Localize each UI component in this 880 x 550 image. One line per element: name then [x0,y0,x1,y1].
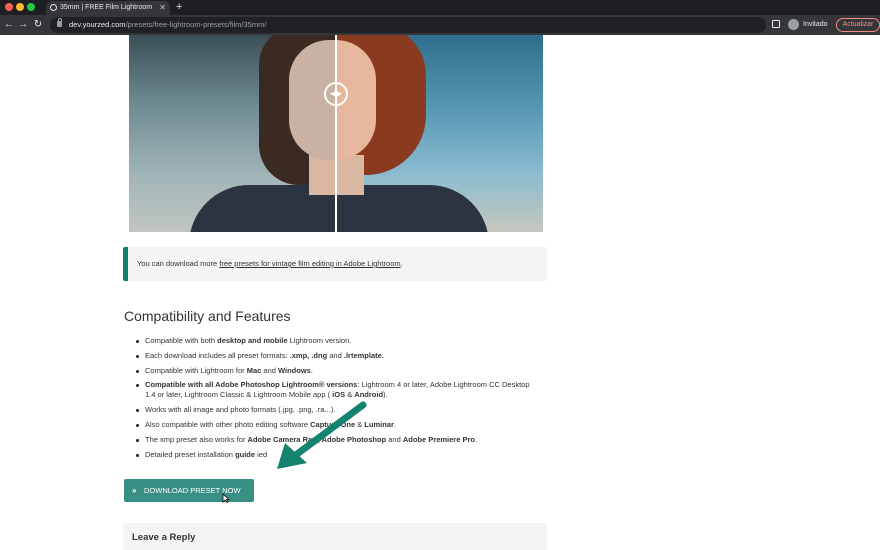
feature-text: . [310,365,313,375]
feature-bold-text: Mac [246,365,262,375]
browser-tab[interactable]: 35mm | FREE Film Lightroom ✕ [46,1,170,15]
maximize-window-button[interactable] [27,3,35,11]
feature-text: ). [383,390,388,400]
feature-bold-text: .lrtemplate. [343,350,384,360]
tab-close-icon[interactable]: ✕ [159,1,166,15]
annotation-arrow-icon [277,401,367,469]
back-button[interactable]: ← [2,17,16,32]
feature-bold-text: Adobe Premiere Pro [402,434,475,444]
feature-bold-text: .xmp, .dng [289,350,328,360]
feature-item: Compatible with Lightroom for Mac and Wi… [136,366,536,376]
feature-text: Compatible with Lightroom for [145,365,247,375]
minimize-window-button[interactable] [16,3,24,11]
side-panel-icon[interactable] [772,20,780,28]
browser-tab-bar: 35mm | FREE Film Lightroom ✕ + [0,0,880,15]
notice-prefix: You can download more [137,259,220,268]
feature-bold-text: Windows [278,365,311,375]
vintage-presets-link[interactable]: free presets for vintage film editing in… [219,259,400,268]
feature-text: and [327,350,344,360]
update-button[interactable]: Actualizar [836,18,880,32]
download-chevrons-icon: » [132,486,137,495]
lock-icon [57,18,62,27]
leave-a-reply-heading: Leave a Reply [123,523,547,550]
before-after-image[interactable]: ◀▶ [129,35,543,232]
feature-text: Detailed preset installation [145,449,236,459]
mouse-cursor-icon [222,493,230,503]
address-bar[interactable]: dev.yourzed.com/presets/free-lightroom-p… [50,17,766,33]
comparison-slider-handle-icon[interactable]: ◀▶ [324,82,348,106]
feature-bold-text: Compatible with all Adobe Photoshop Ligh… [145,380,358,390]
feature-item: Compatible with both desktop and mobile … [136,336,536,346]
close-window-button[interactable] [5,3,13,11]
browser-toolbar: ← → ↻ dev.yourzed.com/presets/free-light… [0,15,880,35]
feature-text: Lightroom version. [287,336,352,345]
feature-bold-text: guide [235,449,256,459]
feature-text: Each download includes all preset format… [145,350,290,360]
feature-text: The xmp preset also works for [145,434,248,444]
feature-bold-text: desktop and mobile [217,336,288,345]
feature-text: and [386,434,403,444]
new-tab-button[interactable]: + [176,0,182,14]
url-text: dev.yourzed.com/presets/free-lightroom-p… [69,17,266,33]
forward-button[interactable]: → [16,17,30,32]
download-more-notice: You can download more free presets for v… [123,247,547,281]
feature-text: and [261,365,278,375]
feature-text: Compatible with both [145,336,218,345]
download-preset-button[interactable]: » DOWNLOAD PRESET NOW [124,479,254,502]
comparison-divider[interactable] [335,35,337,232]
feature-text: . [393,419,396,429]
section-title: Compatibility and Features [124,308,291,324]
profile-avatar-icon[interactable] [788,19,799,30]
notice-suffix: . [400,259,403,268]
profile-label[interactable]: Invitado [803,15,828,35]
tab-title: 35mm | FREE Film Lightroom [60,4,153,11]
tab-favicon-icon [50,4,57,11]
reload-button[interactable]: ↻ [31,17,45,32]
feature-text: . [474,434,478,444]
url-host: dev.yourzed.com [69,20,126,29]
url-path: /presets/free-lightroom-presets/film/35m… [125,20,267,29]
feature-item: Each download includes all preset format… [136,351,536,361]
